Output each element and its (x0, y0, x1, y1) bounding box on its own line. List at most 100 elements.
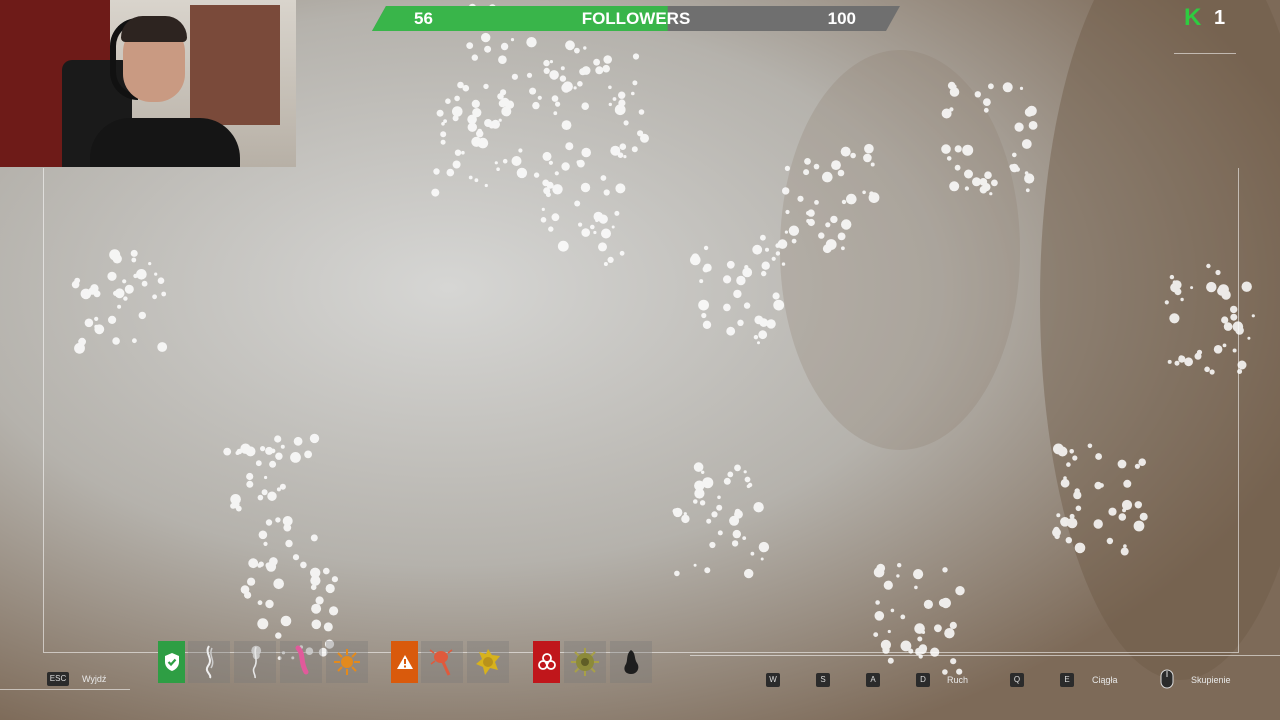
bubble-particle (946, 156, 952, 161)
bubble-particle (574, 200, 581, 207)
bubble-particle (1019, 86, 1024, 90)
bubble-particle (562, 81, 573, 92)
bubble-particle (90, 284, 99, 293)
bubble-particle (864, 143, 874, 154)
bubble-particle (704, 567, 711, 574)
slot-red-bacterium[interactable] (421, 641, 463, 683)
key-q[interactable]: Q (1010, 673, 1024, 687)
bubble-particle (526, 37, 537, 48)
key-s[interactable]: S (816, 673, 830, 687)
bubble-particle (553, 111, 558, 116)
bubble-particle (246, 472, 254, 481)
bubble-particle (615, 183, 626, 194)
bubble-particle (1093, 519, 1103, 529)
bubble-particle (938, 598, 948, 608)
bubble-particle (94, 316, 99, 321)
bubble-particle (452, 160, 461, 169)
key-e[interactable]: E (1060, 673, 1074, 687)
bubble-particle (1221, 316, 1229, 324)
bubble-particle (870, 162, 875, 167)
bubble-particle (716, 504, 723, 511)
slot-pink-flagellum[interactable] (280, 641, 322, 683)
bubble-particle (593, 230, 597, 235)
bubble-particle (1139, 512, 1148, 521)
key-d[interactable]: D (916, 673, 930, 687)
bubble-particle (1060, 478, 1070, 488)
bubble-particle (732, 529, 741, 539)
bubble-particle (900, 614, 906, 620)
bubble-particle (552, 75, 557, 80)
bubble-particle (753, 502, 764, 513)
slot-spiky-spore[interactable] (564, 641, 606, 683)
bubble-particle (581, 147, 591, 158)
bubble-particle (107, 271, 117, 281)
bubble-particle (292, 554, 300, 561)
bubble-particle (1230, 305, 1238, 314)
bubble-particle (773, 299, 785, 311)
bubble-particle (617, 152, 624, 158)
bubble-particle (1106, 537, 1114, 545)
bubble-particle (761, 261, 770, 270)
bubble-particle (1117, 459, 1127, 469)
bubble-particle (261, 489, 268, 496)
bubble-particle (702, 477, 714, 489)
key-a[interactable]: A (866, 673, 880, 687)
slot-burst[interactable] (326, 641, 368, 683)
bubble-particle (1074, 488, 1080, 494)
bubble-particle (804, 158, 811, 165)
esc-key[interactable]: ESC (47, 672, 69, 686)
bubble-particle (576, 160, 581, 165)
bubble-particle (757, 341, 760, 345)
bubble-particle (1251, 314, 1255, 318)
bubble-particle (433, 168, 440, 175)
spiky-spore-icon (571, 648, 599, 676)
bubble-particle (813, 163, 820, 170)
slot-flagella[interactable] (188, 641, 230, 683)
slot-yellow-cell[interactable] (467, 641, 509, 683)
bubble-particle (972, 177, 981, 187)
bubble-particle (543, 67, 550, 74)
bubble-particle (1178, 355, 1186, 363)
bubble-particle (257, 494, 264, 501)
bubble-particle (1169, 274, 1175, 280)
bubble-particle (887, 657, 894, 664)
bubble-particle (1230, 313, 1238, 321)
bubble-particle (548, 226, 554, 232)
cilia-icon (252, 646, 257, 679)
bubble-particle (897, 563, 902, 568)
bubble-particle (863, 153, 872, 163)
bubble-particle (619, 250, 625, 256)
bubble-particle (71, 280, 80, 289)
bubble-particle (693, 462, 704, 472)
bubble-particle (814, 200, 819, 205)
bubble-particle (753, 335, 759, 340)
bubble-particle (561, 120, 572, 130)
bubble-particle (270, 496, 275, 501)
bubble-particle (703, 263, 712, 272)
bubble-particle (581, 102, 589, 110)
bubble-particle (747, 482, 753, 488)
slot-shield[interactable] (158, 641, 185, 683)
slot-warning[interactable] (391, 641, 418, 683)
bubble-particle (1209, 369, 1215, 375)
bubble-particle (533, 172, 540, 178)
bubble-particle (942, 567, 948, 573)
slot-dark-organism[interactable] (610, 641, 652, 683)
bubble-particle (772, 292, 780, 300)
pink-flagellum-icon (295, 645, 309, 675)
bubble-particle (1108, 507, 1117, 516)
bubble-particle (706, 518, 712, 524)
slot-cilia[interactable] (234, 641, 276, 683)
bubble-particle (526, 72, 533, 78)
key-w[interactable]: W (766, 673, 780, 687)
bubble-particle (554, 171, 559, 176)
bubble-particle (754, 315, 764, 325)
slot-biohazard[interactable] (533, 641, 560, 683)
exit-label[interactable]: Wyjdź (82, 672, 106, 686)
bubble-particle (293, 436, 303, 446)
bubble-particle (511, 73, 518, 80)
bubble-particle (466, 42, 474, 49)
bubble-particle (1167, 359, 1172, 364)
bubble-particle (1056, 513, 1061, 518)
bubble-particle (694, 488, 705, 499)
